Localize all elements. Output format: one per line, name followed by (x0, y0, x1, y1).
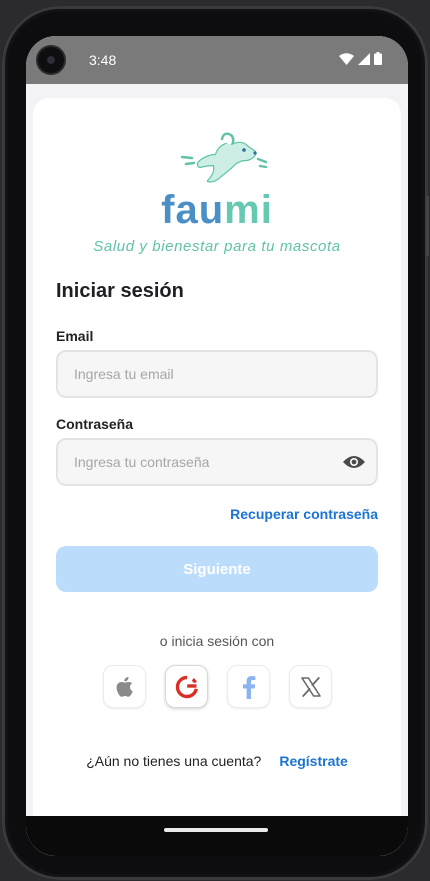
x-login-button[interactable] (289, 665, 332, 708)
brand-wordmark: faumi (33, 188, 401, 232)
signup-prompt: ¿Aún no tienes una cuenta? (86, 753, 262, 769)
volume-button (426, 196, 429, 256)
front-camera (38, 47, 64, 73)
status-time: 3:48 (89, 52, 117, 68)
google-icon (175, 675, 198, 698)
recover-password-link[interactable]: Recuperar contraseña (230, 506, 378, 522)
status-bar: 3:48 (26, 36, 408, 84)
email-label: Email (56, 328, 94, 344)
next-button[interactable]: Siguiente (56, 546, 378, 592)
facebook-icon (242, 675, 255, 699)
signal-icon (358, 52, 370, 65)
facebook-login-button[interactable] (227, 665, 270, 708)
dog-logo-icon (180, 132, 268, 183)
password-field-container[interactable] (56, 438, 378, 486)
password-label: Contraseña (56, 416, 134, 432)
social-login-buttons (103, 665, 332, 708)
brand-name-part2: mi (224, 188, 273, 232)
status-icons (339, 52, 382, 65)
page-title: Iniciar sesión (56, 280, 184, 302)
brand-tagline: Salud y bienestar para tu mascota (93, 238, 341, 255)
login-card: faumi Salud y bienestar para tu mascota … (33, 98, 401, 856)
battery-icon (374, 52, 382, 65)
x-icon (300, 676, 321, 697)
apple-icon (116, 676, 133, 697)
password-field[interactable] (74, 454, 344, 470)
google-login-button[interactable] (165, 665, 208, 708)
email-field-container[interactable] (56, 350, 378, 398)
email-field[interactable] (74, 366, 360, 382)
social-login-prompt: o inicia sesión con (159, 633, 275, 649)
phone-screen: 3:48 faumi Salud y bienestar para tu mas… (26, 36, 408, 856)
apple-login-button[interactable] (103, 665, 146, 708)
signup-link[interactable]: Regístrate (279, 753, 347, 769)
eye-icon[interactable] (342, 454, 366, 470)
signup-row: ¿Aún no tienes una cuenta? Regístrate (33, 753, 401, 769)
phone-frame: 3:48 faumi Salud y bienestar para tu mas… (2, 6, 429, 880)
wifi-icon (339, 52, 354, 65)
brand-name-part1: fau (161, 188, 225, 232)
navigation-bar (26, 816, 408, 856)
home-gesture-bar[interactable] (164, 828, 268, 832)
